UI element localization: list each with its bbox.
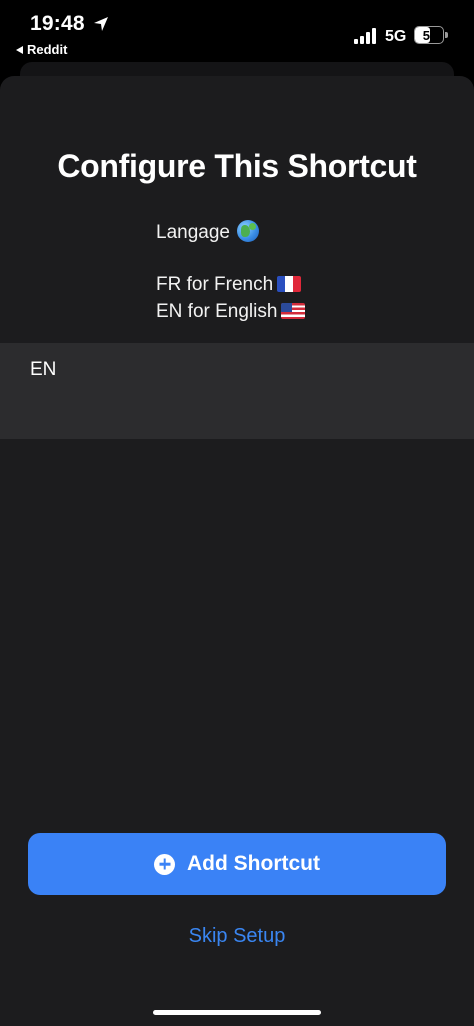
battery-icon: 53 [414, 26, 450, 46]
page-title: Configure This Shortcut [57, 148, 417, 184]
description-line-english: EN for English [156, 298, 306, 325]
usa-flag-icon [281, 303, 306, 319]
home-indicator[interactable] [153, 1010, 321, 1015]
back-triangle-icon [16, 45, 23, 54]
language-input-field[interactable] [0, 343, 474, 439]
network-type: 5G [385, 28, 407, 45]
plus-circle-icon [154, 853, 175, 875]
description-line-language: Langage [156, 219, 305, 246]
globe-icon [237, 220, 260, 242]
cellular-signal-icon [354, 28, 376, 44]
status-bar: 19:48 Reddit 5G 53 [0, 0, 474, 62]
description-line-french: FR for French [156, 271, 305, 298]
location-arrow-icon [94, 17, 108, 31]
status-time: 19:48 [30, 12, 85, 35]
france-flag-icon [277, 276, 302, 292]
battery-level: 53 [422, 28, 438, 43]
skip-setup-button[interactable]: Skip Setup [0, 925, 474, 948]
back-to-app-link[interactable]: Reddit [16, 42, 67, 57]
add-shortcut-button[interactable]: Add Shortcut [28, 833, 446, 895]
back-app-label: Reddit [27, 42, 68, 57]
shortcut-description: Langage FR for French EN for English [156, 219, 306, 325]
add-shortcut-label: Add Shortcut [187, 852, 320, 875]
